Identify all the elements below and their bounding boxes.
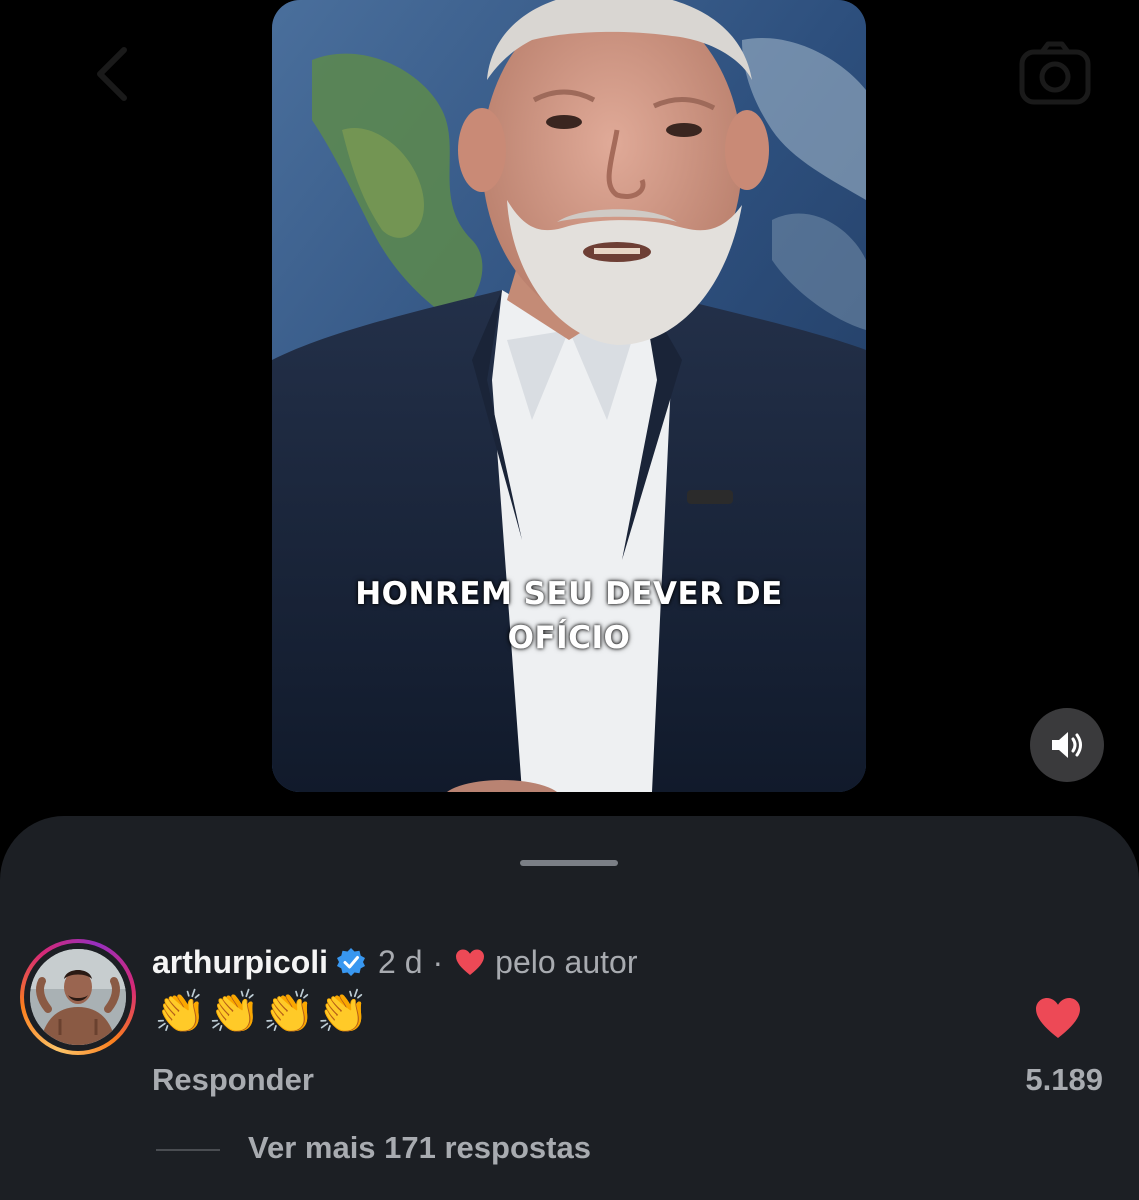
meta-separator: · xyxy=(432,943,444,980)
like-heart-icon[interactable] xyxy=(1034,996,1082,1040)
sound-toggle-button[interactable] xyxy=(1030,708,1104,782)
verified-badge-icon xyxy=(337,948,366,976)
caption-line-1: HONREM SEU DEVER DE xyxy=(355,576,783,612)
replies-divider xyxy=(156,1149,220,1151)
avatar xyxy=(30,949,126,1045)
chevron-left-icon xyxy=(97,47,127,101)
speaker-on-icon xyxy=(1052,732,1082,758)
comments-sheet: arthurpicoli 2 d · pelo autor 👏👏👏👏 Respo… xyxy=(0,816,1139,1200)
heart-icon xyxy=(456,949,485,975)
comment-username[interactable]: arthurpicoli xyxy=(152,944,328,981)
comment-text: 👏👏👏👏 xyxy=(154,988,372,1035)
camera-icon xyxy=(1019,41,1091,105)
reel-video[interactable]: HONREM SEU DEVER DE OFÍCIO xyxy=(272,0,866,792)
avatar-story-ring[interactable] xyxy=(20,939,136,1055)
drag-handle[interactable] xyxy=(520,860,618,866)
comment-header: arthurpicoli 2 d · pelo autor xyxy=(152,940,637,984)
liked-by-author-label: pelo autor xyxy=(495,943,638,980)
avatar-photo xyxy=(30,949,126,1045)
video-caption: HONREM SEU DEVER DE OFÍCIO xyxy=(272,572,866,660)
camera-button[interactable] xyxy=(1018,40,1092,106)
like-count: 5.189 xyxy=(1025,1062,1103,1097)
reel-comments-screen: HONREM SEU DEVER DE OFÍCIO arthurpicoli … xyxy=(0,0,1139,1200)
reply-button[interactable]: Responder xyxy=(152,1062,314,1098)
video-frame-image xyxy=(272,0,866,792)
view-more-replies-button[interactable]: Ver mais 171 respostas xyxy=(248,1130,591,1166)
comment-timestamp: 2 d xyxy=(378,943,423,980)
back-button[interactable] xyxy=(88,44,138,104)
caption-line-2: OFÍCIO xyxy=(507,620,631,656)
